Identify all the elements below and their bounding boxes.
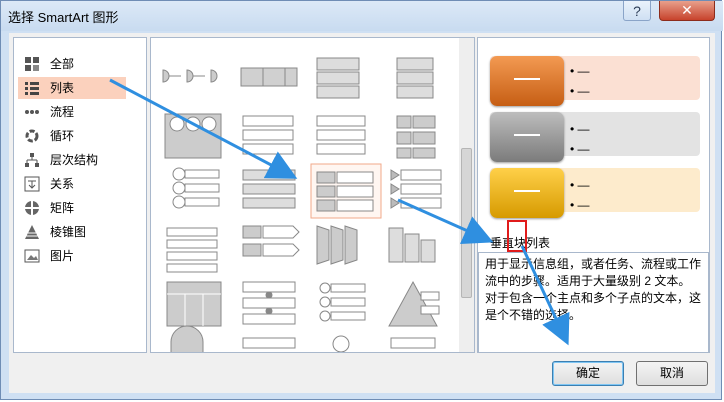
cycle-icon xyxy=(25,129,39,143)
category-label: 关系 xyxy=(50,177,75,191)
layout-thumb[interactable] xyxy=(316,225,358,265)
preview-bullet: • — xyxy=(570,142,590,156)
layout-thumb[interactable] xyxy=(310,163,382,219)
grid-icon xyxy=(25,57,39,71)
layout-gallery xyxy=(150,37,475,353)
help-button[interactable]: ? xyxy=(623,1,651,21)
pyramid-icon xyxy=(25,225,39,239)
layout-thumbnails xyxy=(162,57,442,353)
layout-thumb[interactable] xyxy=(242,169,296,209)
category-item-process[interactable]: 流程 xyxy=(18,101,126,123)
category-item-pyramid[interactable]: 棱锥图 xyxy=(18,221,126,243)
category-label: 列表 xyxy=(50,81,75,95)
preview-block-orange xyxy=(490,56,564,106)
close-button[interactable]: ✕ xyxy=(659,1,715,21)
preview-bullet: • — xyxy=(570,198,590,212)
dialog-title: 选择 SmartArt 图形 xyxy=(8,10,119,25)
layout-thumb[interactable] xyxy=(316,115,366,155)
preview-bullet: • — xyxy=(570,84,590,98)
preview-bullet: • — xyxy=(570,178,590,192)
cancel-button[interactable]: 取消 xyxy=(636,361,708,386)
category-label: 循环 xyxy=(50,129,75,143)
layout-description: 用于显示信息组，或者任务、流程或工作流中的步骤。适用于大量级别 2 文本。对于包… xyxy=(478,252,709,352)
category-label: 矩阵 xyxy=(50,201,75,215)
layout-thumb[interactable] xyxy=(332,335,350,352)
category-item-list[interactable]: 列表 xyxy=(18,77,126,99)
layout-thumb[interactable] xyxy=(164,113,222,159)
layout-thumb[interactable] xyxy=(172,167,220,209)
category-label: 全部 xyxy=(50,57,75,71)
list-icon xyxy=(25,82,39,95)
preview-bullet: • — xyxy=(570,122,590,136)
block-text xyxy=(514,134,540,136)
layout-thumb[interactable] xyxy=(170,325,204,353)
process-icon xyxy=(25,110,39,114)
layout-thumb[interactable] xyxy=(319,282,366,322)
scrollbar-thumb[interactable] xyxy=(461,148,472,298)
title-bar: 选择 SmartArt 图形 ? ✕ xyxy=(1,1,723,31)
category-item-picture[interactable]: 图片 xyxy=(18,245,126,267)
layout-thumb[interactable] xyxy=(166,227,218,273)
layout-thumb[interactable] xyxy=(388,227,436,263)
category-label: 流程 xyxy=(50,105,75,119)
category-label: 图片 xyxy=(50,249,75,263)
layout-thumb[interactable] xyxy=(390,169,442,209)
relationship-icon xyxy=(24,176,40,192)
category-item-hierarchy[interactable]: 层次结构 xyxy=(18,149,126,171)
layout-thumb[interactable] xyxy=(240,67,298,87)
category-label: 层次结构 xyxy=(50,153,99,167)
smartart-dialog: 选择 SmartArt 图形 ? ✕ 全部 列表 流程 循环 层次结构 关系 矩… xyxy=(0,0,723,400)
layout-thumb[interactable] xyxy=(390,337,436,349)
layout-thumb[interactable] xyxy=(242,115,294,155)
block-text xyxy=(514,78,540,80)
layout-thumb[interactable] xyxy=(396,115,436,159)
block-text xyxy=(514,190,540,192)
hierarchy-icon xyxy=(25,153,39,167)
layout-thumb[interactable] xyxy=(242,337,296,349)
category-item-cycle[interactable]: 循环 xyxy=(18,125,126,147)
preview-block-gold xyxy=(490,168,564,218)
preview-pane: • — • — • — • — • — • — 垂直块列表 用于显示信息组，或者… xyxy=(477,37,710,353)
layout-thumb[interactable] xyxy=(242,225,300,257)
gallery-scrollbar[interactable] xyxy=(459,38,474,352)
highlight-box xyxy=(507,220,527,252)
layout-thumb[interactable] xyxy=(166,281,222,327)
category-item-matrix[interactable]: 矩阵 xyxy=(18,197,126,219)
category-list: 全部 列表 流程 循环 层次结构 关系 矩阵 棱锥图 图片 xyxy=(13,37,147,353)
dialog-body: 全部 列表 流程 循环 层次结构 关系 矩阵 棱锥图 图片 • — • — • … xyxy=(9,33,715,393)
category-label: 棱锥图 xyxy=(50,225,87,239)
ok-button[interactable]: 确定 xyxy=(552,361,624,386)
category-item-relationship[interactable]: 关系 xyxy=(18,173,126,195)
layout-thumb[interactable] xyxy=(396,57,434,99)
layout-thumb[interactable] xyxy=(316,57,360,99)
layout-thumb[interactable] xyxy=(388,280,440,327)
layout-thumb[interactable] xyxy=(242,281,296,325)
preview-block-gray xyxy=(490,112,564,162)
matrix-icon xyxy=(25,201,39,215)
preview-bullet: • — xyxy=(570,64,590,78)
category-item-all[interactable]: 全部 xyxy=(18,53,126,75)
layout-thumb[interactable] xyxy=(162,69,218,83)
picture-icon xyxy=(24,249,40,263)
